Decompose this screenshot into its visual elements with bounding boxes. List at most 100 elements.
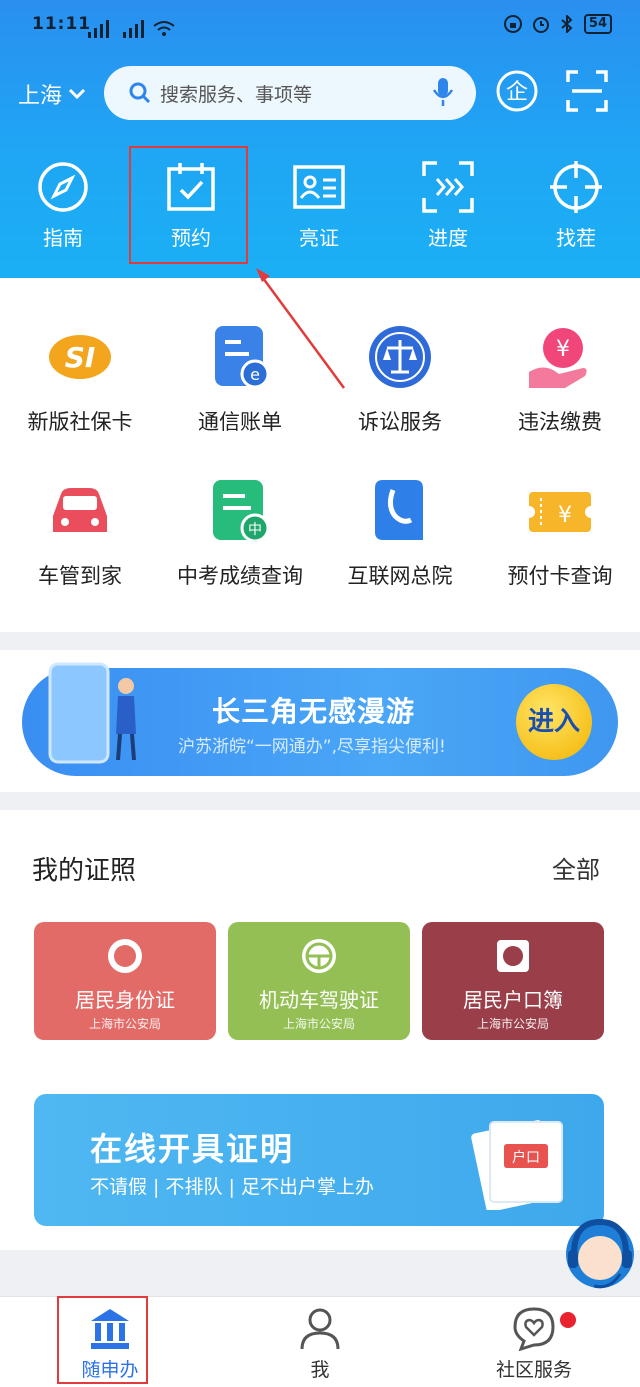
grid-label: 车管到家 xyxy=(38,564,122,588)
headset-avatar-icon xyxy=(566,1218,634,1289)
highlight-box-home-tab xyxy=(57,1296,148,1384)
enterprise-button[interactable]: 企 xyxy=(494,68,540,118)
cert-org: 上海市公安局 xyxy=(476,1017,549,1031)
grid-label: 违法缴费 xyxy=(518,410,602,434)
quick-guide[interactable]: 指南 xyxy=(8,160,118,251)
customer-service-button[interactable] xyxy=(560,1214,640,1302)
grid-item-telecom-bill[interactable]: e 通信账单 xyxy=(160,322,320,436)
banner-title: 长三角无感漫游 xyxy=(212,695,416,728)
quick-label: 进度 xyxy=(428,226,468,250)
document-icon: 户口 xyxy=(471,1120,563,1210)
search-input[interactable]: 搜索服务、事项等 xyxy=(104,66,476,120)
heart-chat-icon xyxy=(513,1307,555,1351)
svg-text:SI: SI xyxy=(65,341,96,374)
svg-text:e: e xyxy=(250,365,260,384)
promo-title: 在线开具证明 xyxy=(90,1130,295,1168)
police-emblem-icon xyxy=(108,939,142,973)
document-icon-text: 户口 xyxy=(512,1149,540,1166)
cert-org: 上海市公安局 xyxy=(282,1017,355,1031)
telecom-bill-icon: e xyxy=(205,322,275,392)
quick-label: 指南 xyxy=(43,226,83,250)
progress-scan-icon xyxy=(422,161,474,213)
svg-text:¥: ¥ xyxy=(556,337,570,362)
quick-progress[interactable]: 进度 xyxy=(393,160,503,251)
battery-icon: 54 xyxy=(583,14,612,34)
cert-name: 机动车驾驶证 xyxy=(259,988,379,1012)
lock-icon xyxy=(503,15,522,33)
id-card-icon xyxy=(293,165,345,209)
highlight-box-appointment xyxy=(129,146,248,264)
quick-label: 亮证 xyxy=(299,226,339,250)
court-scale-icon xyxy=(365,322,435,392)
grid-item-exam-score[interactable]: 中 中考成绩查询 xyxy=(160,476,320,590)
service-grid: SI 新版社保卡 e 通信账单 诉讼服务 ¥ 违法缴费 车管到家 中 中考成绩查… xyxy=(0,278,640,632)
crosshair-icon xyxy=(550,161,602,213)
grid-label: 预付卡查询 xyxy=(507,564,613,588)
tab-community[interactable]: 社区服务 xyxy=(464,1305,604,1382)
grid-label: 中考成绩查询 xyxy=(177,564,303,588)
status-time: 11:11 xyxy=(32,14,92,34)
grid-item-internet-hospital[interactable]: 互联网总院 xyxy=(320,476,480,590)
cert-card-driver-license[interactable]: 机动车驾驶证 上海市公安局 xyxy=(228,922,410,1040)
cert-org: 上海市公安局 xyxy=(88,1017,161,1031)
bluetooth-icon xyxy=(561,15,573,33)
cert-name: 居民户口簿 xyxy=(463,988,563,1012)
my-certificates: 我的证照 全部 居民身份证 上海市公安局 机动车驾驶证 上海市公安局 居民户口簿… xyxy=(0,810,640,1250)
cert-card-household[interactable]: 居民户口簿 上海市公安局 xyxy=(422,922,604,1040)
social-security-icon: SI xyxy=(45,322,115,392)
grid-label: 诉讼服务 xyxy=(358,410,442,434)
city-selector[interactable]: 上海 xyxy=(18,78,86,110)
notification-dot xyxy=(560,1312,576,1328)
yangtze-delta-banner[interactable]: 长三角无感漫游 沪苏浙皖“一网通办”,尽享指尖便利! 进入 xyxy=(22,662,618,776)
exam-score-icon: 中 xyxy=(205,476,275,546)
city-label: 上海 xyxy=(18,84,63,109)
internet-hospital-icon xyxy=(365,476,435,546)
cert-card-id[interactable]: 居民身份证 上海市公安局 xyxy=(34,922,216,1040)
grid-item-prepaid-card[interactable]: ¥ 预付卡查询 xyxy=(480,476,640,590)
svg-text:¥: ¥ xyxy=(558,503,572,528)
promo-subtitle: 不请假 | 不排队 | 足不出户掌上办 xyxy=(90,1176,374,1198)
scan-icon xyxy=(566,70,608,112)
tab-me[interactable]: 我 xyxy=(250,1305,390,1382)
search-placeholder: 搜索服务、事项等 xyxy=(160,83,313,106)
fine-payment-icon: ¥ xyxy=(525,322,595,392)
view-all-link[interactable]: 全部 xyxy=(552,850,600,885)
tab-label: 我 xyxy=(310,1359,330,1381)
status-bar: 11:11 54 xyxy=(0,0,640,46)
online-certificate-banner[interactable]: 在线开具证明 不请假 | 不排队 | 足不出户掌上办 户口 xyxy=(34,1094,604,1226)
quick-find-issue[interactable]: 找茬 xyxy=(521,160,631,251)
car-icon xyxy=(45,476,115,546)
grid-item-social-security[interactable]: SI 新版社保卡 xyxy=(0,322,160,436)
person-phone-illustration xyxy=(48,662,136,764)
status-right: 54 xyxy=(503,14,612,34)
alarm-icon xyxy=(532,17,549,33)
quick-show-cert[interactable]: 亮证 xyxy=(264,160,374,251)
person-icon xyxy=(300,1308,340,1350)
grid-label: 通信账单 xyxy=(198,410,282,434)
enter-button[interactable]: 进入 xyxy=(516,684,592,760)
grid-label: 新版社保卡 xyxy=(27,410,133,434)
grid-item-vehicle[interactable]: 车管到家 xyxy=(0,476,160,590)
scan-button[interactable] xyxy=(564,68,610,118)
banner-subtitle: 沪苏浙皖“一网通办”,尽享指尖便利! xyxy=(178,737,446,757)
signal-icon xyxy=(88,20,175,38)
search-icon xyxy=(129,82,151,104)
microphone-icon[interactable] xyxy=(432,76,454,108)
steering-wheel-icon xyxy=(302,939,336,973)
section-title: 我的证照 xyxy=(32,856,137,886)
cert-name: 居民身份证 xyxy=(75,988,175,1012)
tab-label: 社区服务 xyxy=(495,1359,572,1381)
enterprise-icon: 企 xyxy=(496,70,538,112)
promo-banner-section: 长三角无感漫游 沪苏浙皖“一网通办”,尽享指尖便利! 进入 xyxy=(0,650,640,792)
grid-item-litigation[interactable]: 诉讼服务 xyxy=(320,322,480,436)
quick-actions: 指南 预约 亮证 进度 找茬 xyxy=(0,160,640,260)
grid-item-fine-payment[interactable]: ¥ 违法缴费 xyxy=(480,322,640,436)
grid-label: 互联网总院 xyxy=(347,564,453,588)
svg-text:中: 中 xyxy=(248,522,262,538)
header: 11:11 54 上海 搜索服务、事项等 企 指南 预约 亮证 进度 找茬 xyxy=(0,0,640,278)
prepaid-card-icon: ¥ xyxy=(523,476,597,546)
compass-icon xyxy=(38,162,88,212)
enterprise-icon-text: 企 xyxy=(506,80,528,105)
quick-label: 找茬 xyxy=(556,226,596,250)
chevron-down-icon xyxy=(68,88,86,100)
